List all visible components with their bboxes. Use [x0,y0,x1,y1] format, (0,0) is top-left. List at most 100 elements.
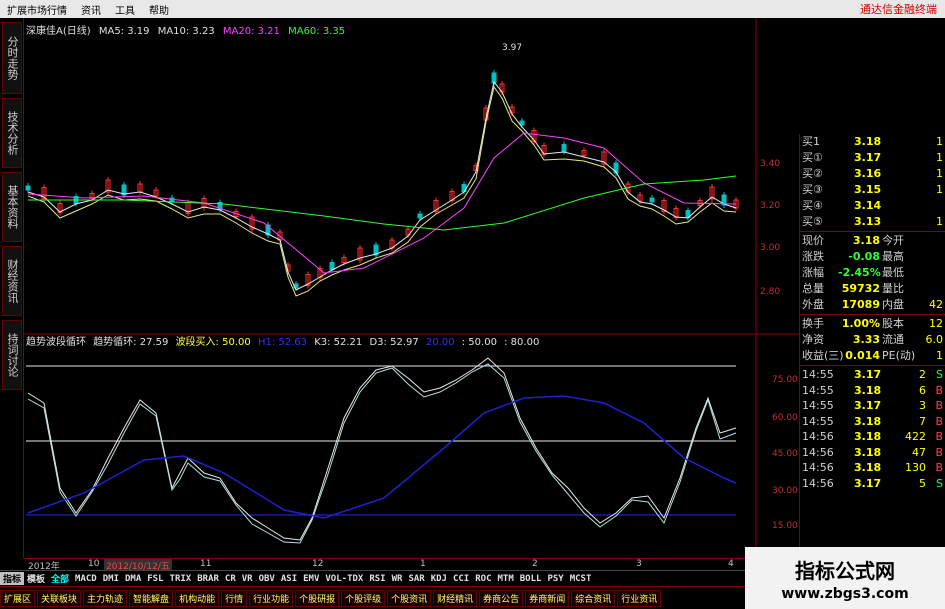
indicator-tab[interactable]: 全部 [48,572,72,585]
tick-side: B [935,445,943,459]
indicator-tab[interactable]: DMI [100,574,122,584]
indicator-tab[interactable]: RSI [366,574,388,584]
tab-intraday[interactable]: 分时走势 [2,22,22,94]
bottom-tab[interactable]: 智能解盘 [129,589,174,607]
tab-finance-news[interactable]: 财经资讯 [2,246,22,316]
indicator-tab[interactable]: ASI [278,574,300,584]
stat-label-2: 最高 [882,250,904,263]
bid-row[interactable]: 买⑤ 3.13 1 [800,214,945,230]
bid-row[interactable]: 买④ 3.14 [800,198,945,214]
tick-time: 14:55 [802,414,834,428]
menu-item-tools[interactable]: 工具 [108,2,142,17]
bottom-tab[interactable]: 个股资讯 [387,589,432,607]
bid-label: 买④ [802,199,823,212]
stat-value: 3.18 [852,234,880,247]
indicator-tab[interactable]: CCI [450,574,472,584]
stat-label: 总量 [802,282,824,295]
bid-row[interactable]: 买③ 3.15 1 [800,182,945,198]
menu-item-market[interactable]: 扩展市场行情 [0,2,74,17]
kline-chart[interactable]: 3.40 3.20 3.00 2.80 75.00 60.00 45.00 30… [24,18,799,558]
tick-volume: 130 [905,461,926,474]
indicator-tab[interactable]: EMV [300,574,322,584]
indicator-tab[interactable]: OBV [256,574,278,584]
bottom-tab[interactable]: 关联板块 [37,589,82,607]
tick-price: 3.17 [854,399,882,412]
menu-item-help[interactable]: 帮助 [142,2,176,17]
tick-side: B [935,430,943,443]
bottom-tab[interactable]: 行情 [221,589,248,607]
tick-volume: 7 [919,414,926,428]
indicator-tab[interactable]: MCST [567,574,595,584]
tab-technical[interactable]: 技术分析 [2,98,22,168]
stat-label: 涨幅 [802,266,824,279]
indicator-tab[interactable]: MTM [495,574,517,584]
bottom-tab[interactable]: 综合资讯 [571,589,616,607]
indicator-tab[interactable]: 模板 [24,572,48,585]
price-tick: 3.20 [760,201,780,211]
indicator-tab[interactable]: DMA [122,574,144,584]
bid-label: 买② [802,167,823,180]
bottom-tab[interactable]: 主力轨迹 [83,589,128,607]
indicator-tab[interactable]: BRAR [194,574,222,584]
tick-volume: 5 [919,476,926,490]
bid-row[interactable]: 买① 3.17 1 [800,150,945,166]
tab-discussion[interactable]: 持词讨论 [2,320,22,390]
band-buy-value: 波段买入: 50.00 [175,337,251,348]
bottom-tab[interactable]: 行业资讯 [617,589,662,607]
bottom-tab[interactable]: 扩展区 [0,589,36,607]
tick-time: 14:56 [802,476,834,490]
chart-area[interactable]: 3.40 3.20 3.00 2.80 75.00 60.00 45.00 30… [24,18,799,558]
indicator-tab[interactable]: 指标 [0,572,25,585]
bottom-tab[interactable]: 财经精讯 [433,589,478,607]
indicator-tab[interactable]: TRIX [167,574,195,584]
menu-item-news[interactable]: 资讯 [74,2,108,17]
bottom-tab[interactable]: 行业功能 [249,589,294,607]
tick-volume: 2 [919,368,926,381]
indicator-tab[interactable]: VOL-TDX [322,574,366,584]
advert-link[interactable]: 通达信金融终端 [860,1,937,17]
bottom-tab[interactable]: 机构动能 [175,589,220,607]
indicator-tab[interactable]: WR [389,574,406,584]
indicator-tab[interactable]: CR [222,574,239,584]
watermark-url: www.zbgs3.com [781,586,909,602]
tick-price: 3.17 [854,368,882,381]
indicator-name[interactable]: 趋势波段循环 [26,337,86,348]
bottom-tab[interactable]: 个股研报 [295,589,340,607]
bottom-tab[interactable]: 个股评级 [341,589,386,607]
ind-tick: 75.00 [772,375,798,385]
stat-row: 净资 3.33 流通 6.0 [800,332,945,348]
tick-time: 14:56 [802,445,834,459]
stat-row: 涨幅 -2.45% 最低 [800,265,945,281]
tab-fundamentals[interactable]: 基本资料 [2,172,22,242]
indicator-tab[interactable]: FSL [144,574,166,584]
tick-volume: 47 [912,445,926,459]
indicator-tab[interactable]: MACD [72,574,100,584]
stat-label: 换手 [802,317,824,330]
ma20-label: MA20: 3.21 [222,26,280,37]
tick-row: 14:55 3.18 6 B [800,383,945,399]
indicator-tab[interactable]: ROC [472,574,494,584]
tick-price: 3.18 [854,414,882,428]
date-month-1: 1 [420,559,426,569]
indicator-tab[interactable]: VR [239,574,256,584]
bid-price: 3.15 [854,183,882,196]
bottom-tab[interactable]: 券商新闻 [525,589,570,607]
menu-bar: 扩展市场行情 资讯 工具 帮助 通达信金融终端 [0,0,945,18]
stat-value-2: 12 [929,317,943,330]
stat-value-2: 6.0 [925,333,944,346]
indicator-tab[interactable]: BOLL [517,574,545,584]
stat-label-2: PE(动) [882,349,916,362]
quote-panel: 买1 3.18 1 买① 3.17 1 买② 3.16 1 买③ 3.15 1 买④ 3.14 买⑤ 3.13… [799,134,945,558]
d3-line [27,363,737,544]
bid-volume: 1 [936,183,943,196]
k3-line [27,357,737,541]
peak-label: 3.97 [502,43,522,53]
indicator-tab[interactable]: KDJ [428,574,450,584]
indicator-tab[interactable]: SAR [405,574,427,584]
bid-row[interactable]: 买1 3.18 1 [800,134,945,150]
stat-row: 收益(三) 0.014 PE(动) 1 [800,348,945,364]
indicator-tab[interactable]: PSY [544,574,566,584]
bid-row[interactable]: 买② 3.16 1 [800,166,945,182]
d3-value: D3: 52.97 [369,337,419,348]
bottom-tab[interactable]: 券商公告 [479,589,524,607]
